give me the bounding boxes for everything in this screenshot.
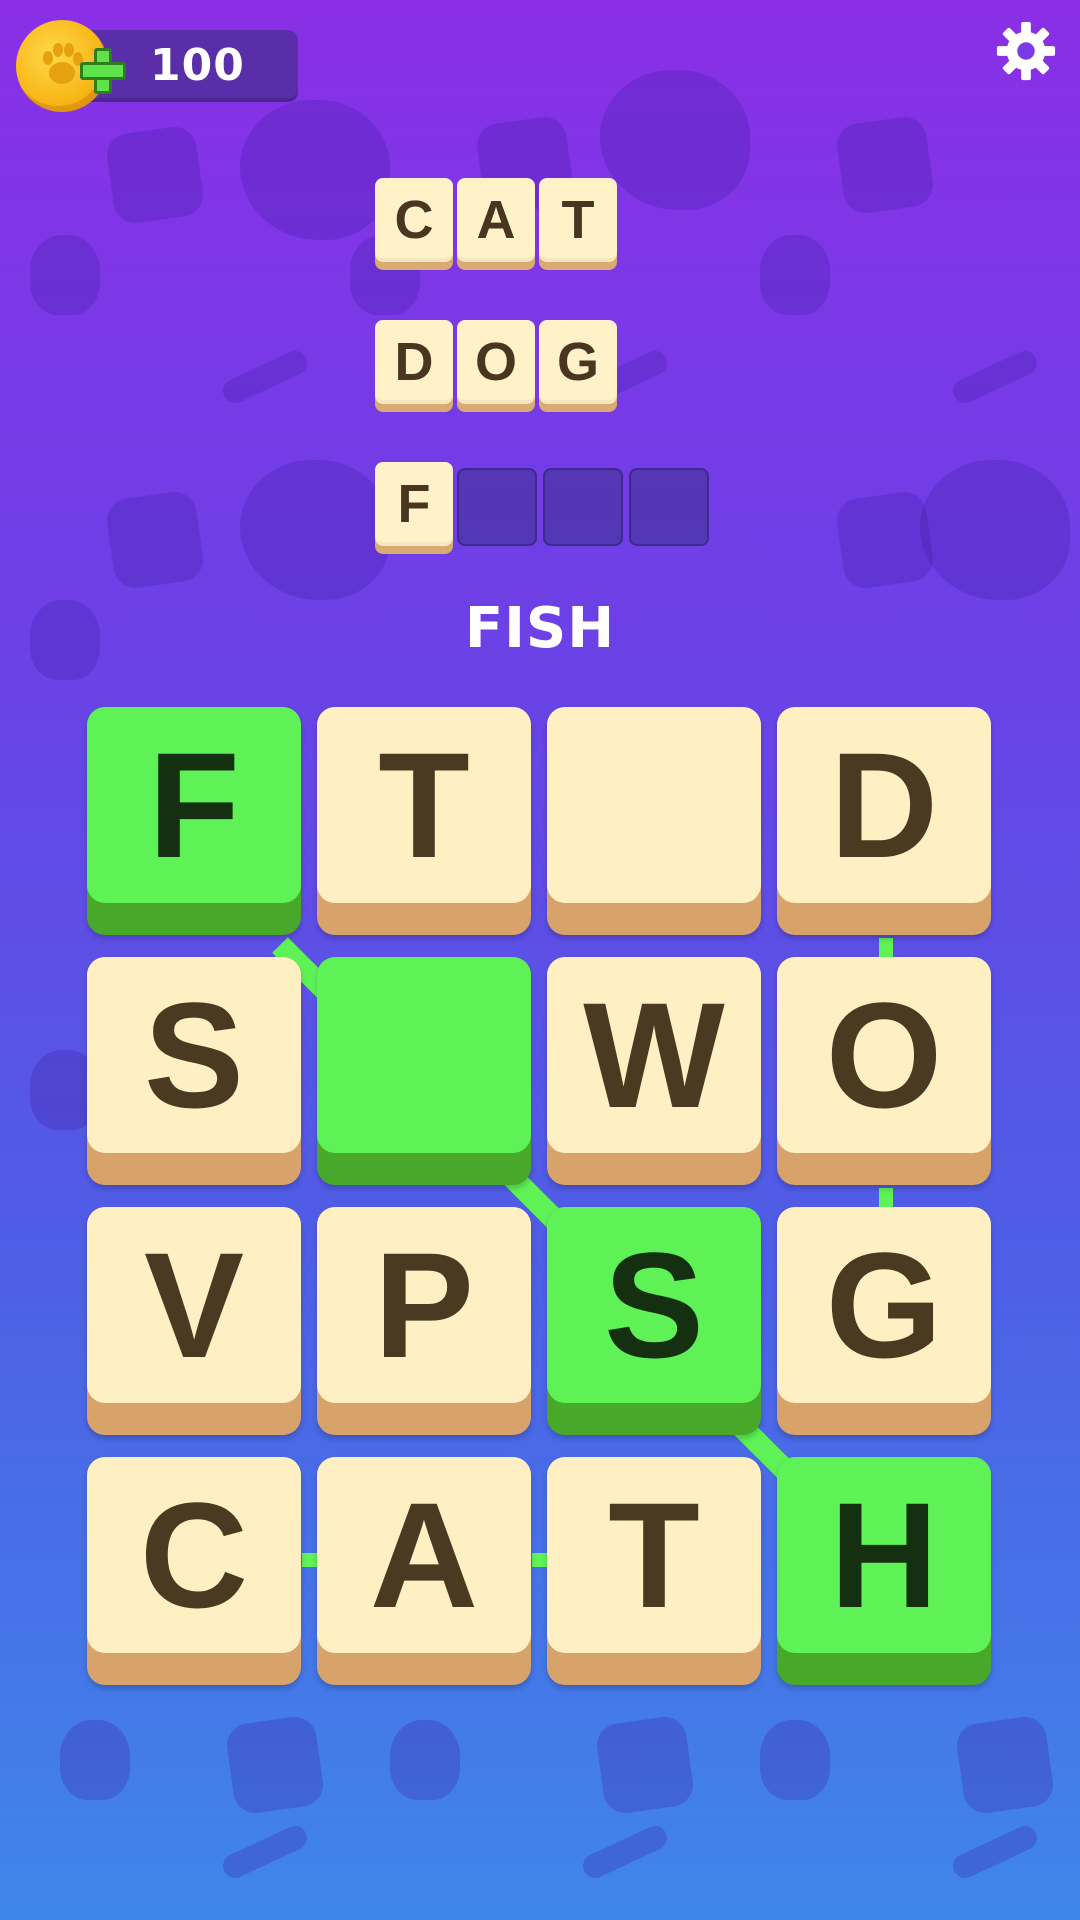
letter-tile-label: V: [87, 1207, 301, 1403]
letter-tile[interactable]: H: [777, 1457, 991, 1685]
letter-tile-label: G: [777, 1207, 991, 1403]
letter-tile[interactable]: A: [317, 1457, 531, 1685]
letter-tile-label: D: [777, 707, 991, 903]
letter-tile[interactable]: [317, 957, 531, 1185]
letter-tile-label: C: [87, 1457, 301, 1653]
letter-tile-label: [317, 957, 531, 1153]
letter-tile[interactable]: F: [87, 707, 301, 935]
letter-tile[interactable]: T: [317, 707, 531, 935]
letter-tile-label: S: [87, 957, 301, 1153]
letter-tile[interactable]: P: [317, 1207, 531, 1435]
letter-tile[interactable]: O: [777, 957, 991, 1185]
letter-tile-label: W: [547, 957, 761, 1153]
letter-tile[interactable]: C: [87, 1457, 301, 1685]
letter-tile[interactable]: [547, 707, 761, 935]
letter-tile[interactable]: D: [777, 707, 991, 935]
letter-tile-label: T: [547, 1457, 761, 1653]
letter-tile[interactable]: S: [87, 957, 301, 1185]
letter-tile-label: P: [317, 1207, 531, 1403]
letter-tile-label: T: [317, 707, 531, 903]
letter-tile-label: S: [547, 1207, 761, 1403]
letter-tile-label: O: [777, 957, 991, 1153]
letter-tile-label: [547, 707, 761, 903]
letter-tile-label: A: [317, 1457, 531, 1653]
letter-tile-label: F: [87, 707, 301, 903]
letter-tile-label: H: [777, 1457, 991, 1653]
letter-tile[interactable]: V: [87, 1207, 301, 1435]
letter-tile[interactable]: G: [777, 1207, 991, 1435]
letter-tile[interactable]: W: [547, 957, 761, 1185]
letter-tile[interactable]: S: [547, 1207, 761, 1435]
letter-tile[interactable]: T: [547, 1457, 761, 1685]
